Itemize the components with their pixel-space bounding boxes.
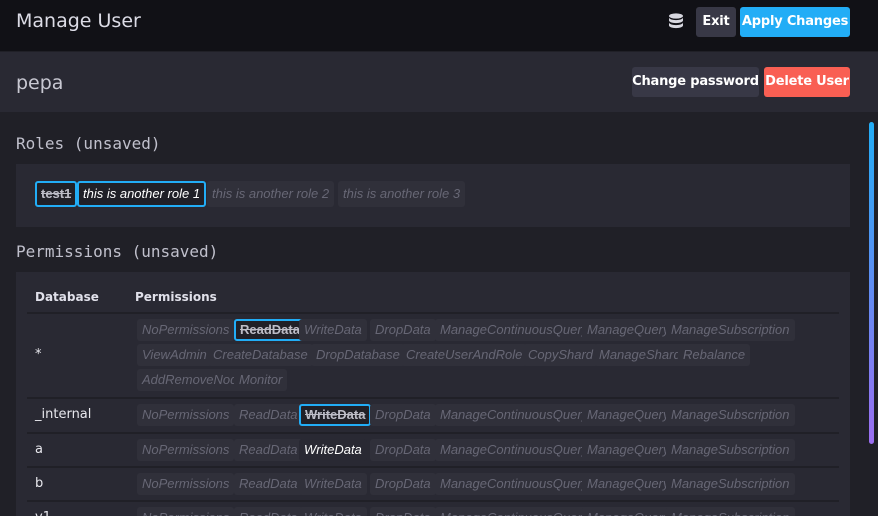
database-name: v1 <box>35 510 51 516</box>
permission-pill[interactable]: ManageQuery <box>582 507 675 516</box>
permission-pill[interactable]: ManageContinuousQuery <box>435 473 594 495</box>
permission-pill[interactable]: ManageQuery <box>582 439 675 461</box>
row-divider <box>27 432 839 434</box>
row-divider <box>27 466 839 468</box>
row-divider <box>27 397 839 399</box>
roles-section-title: Roles (unsaved) <box>16 134 161 153</box>
permission-pill[interactable]: ManageSubscription <box>666 319 795 341</box>
permission-pill[interactable]: ManageSubscription <box>666 473 795 495</box>
permission-pill[interactable]: NoPermissions <box>137 319 235 341</box>
user-header: pepa Change password Delete User <box>0 52 878 112</box>
permission-pill[interactable]: WriteData <box>299 473 367 495</box>
permission-pill[interactable]: ManageSubscription <box>666 439 795 461</box>
database-name: * <box>35 347 42 362</box>
permission-pill[interactable]: ManageContinuousQuery <box>435 404 594 426</box>
delete-user-button[interactable]: Delete User <box>764 67 850 97</box>
permission-pill[interactable]: ManageQuery <box>582 404 675 426</box>
roles-panel: test1 this is another role 1 this is ano… <box>16 164 850 227</box>
permission-pill[interactable]: ManageSubscription <box>666 404 795 426</box>
permissions-section-title: Permissions (unsaved) <box>16 242 219 261</box>
permission-pill[interactable]: CreateDatabase <box>208 344 313 366</box>
scrollbar[interactable] <box>869 122 874 444</box>
permission-pill[interactable]: CreateUserAndRole <box>401 344 528 366</box>
permission-pill[interactable]: NoPermissions <box>137 439 235 461</box>
row-divider <box>27 500 839 502</box>
permission-pill[interactable]: DropData <box>370 507 436 516</box>
permission-pill[interactable]: DropData <box>370 319 436 341</box>
permission-pill[interactable]: DropData <box>370 439 436 461</box>
permission-pill[interactable]: ReadData <box>234 319 306 341</box>
apply-changes-button[interactable]: Apply Changes <box>740 7 850 37</box>
permission-pill[interactable]: Rebalance <box>678 344 751 366</box>
permission-pill[interactable]: ManageQuery <box>582 319 675 341</box>
permission-pill[interactable]: ManageContinuousQuery <box>435 319 594 341</box>
top-bar: Manage User Exit Apply Changes <box>0 0 878 51</box>
permission-pill[interactable]: ReadData <box>234 473 303 495</box>
permissions-table: Database Permissions NoPermissions ReadDa… <box>16 272 850 516</box>
permission-pill[interactable]: NoPermissions <box>137 473 235 495</box>
permission-pill[interactable]: Monitor <box>234 369 288 391</box>
permission-pill[interactable]: AddRemoveNode <box>137 369 250 391</box>
role-pill[interactable]: this is another role 3 <box>338 181 466 207</box>
role-pill[interactable]: this is another role 1 <box>77 181 207 207</box>
permission-pill[interactable]: ReadData <box>234 404 303 426</box>
permission-pill[interactable]: WriteData <box>299 439 367 461</box>
row-divider <box>27 312 839 314</box>
permission-pill[interactable]: ViewAdmin <box>137 344 212 366</box>
permission-pill[interactable]: ManageContinuousQuery <box>435 507 594 516</box>
role-pill[interactable]: this is another role 2 <box>207 181 335 207</box>
permission-pill[interactable]: DropData <box>370 404 436 426</box>
database-icon[interactable] <box>668 13 684 31</box>
column-header-permissions: Permissions <box>135 290 217 304</box>
permission-pill[interactable]: ReadData <box>234 439 303 461</box>
permission-pill[interactable]: ManageQuery <box>582 473 675 495</box>
user-name: pepa <box>16 72 64 94</box>
permission-pill[interactable]: CopyShard <box>523 344 599 366</box>
permission-pill[interactable]: WriteData <box>299 507 367 516</box>
change-password-button[interactable]: Change password <box>632 67 759 97</box>
permission-pill[interactable]: ManageSubscription <box>666 507 795 516</box>
permission-pill[interactable]: DropData <box>370 473 436 495</box>
permission-pill[interactable]: ManageContinuousQuery <box>435 439 594 461</box>
permission-pill[interactable]: ManageShard <box>594 344 686 366</box>
column-header-database: Database <box>35 290 99 304</box>
role-pill[interactable]: test1 <box>35 181 78 207</box>
database-name: b <box>35 476 44 491</box>
permission-pill[interactable]: WriteData <box>299 319 367 341</box>
database-name: a <box>35 442 43 457</box>
permission-pill[interactable]: WriteData <box>299 404 372 426</box>
database-name: _internal <box>35 407 92 422</box>
permission-pill[interactable]: ReadData <box>234 507 303 516</box>
exit-button[interactable]: Exit <box>696 7 736 37</box>
page-title: Manage User <box>16 10 141 32</box>
permission-pill[interactable]: NoPermissions <box>137 507 235 516</box>
permission-pill[interactable]: DropDatabase <box>311 344 405 366</box>
permission-pill[interactable]: NoPermissions <box>137 404 235 426</box>
